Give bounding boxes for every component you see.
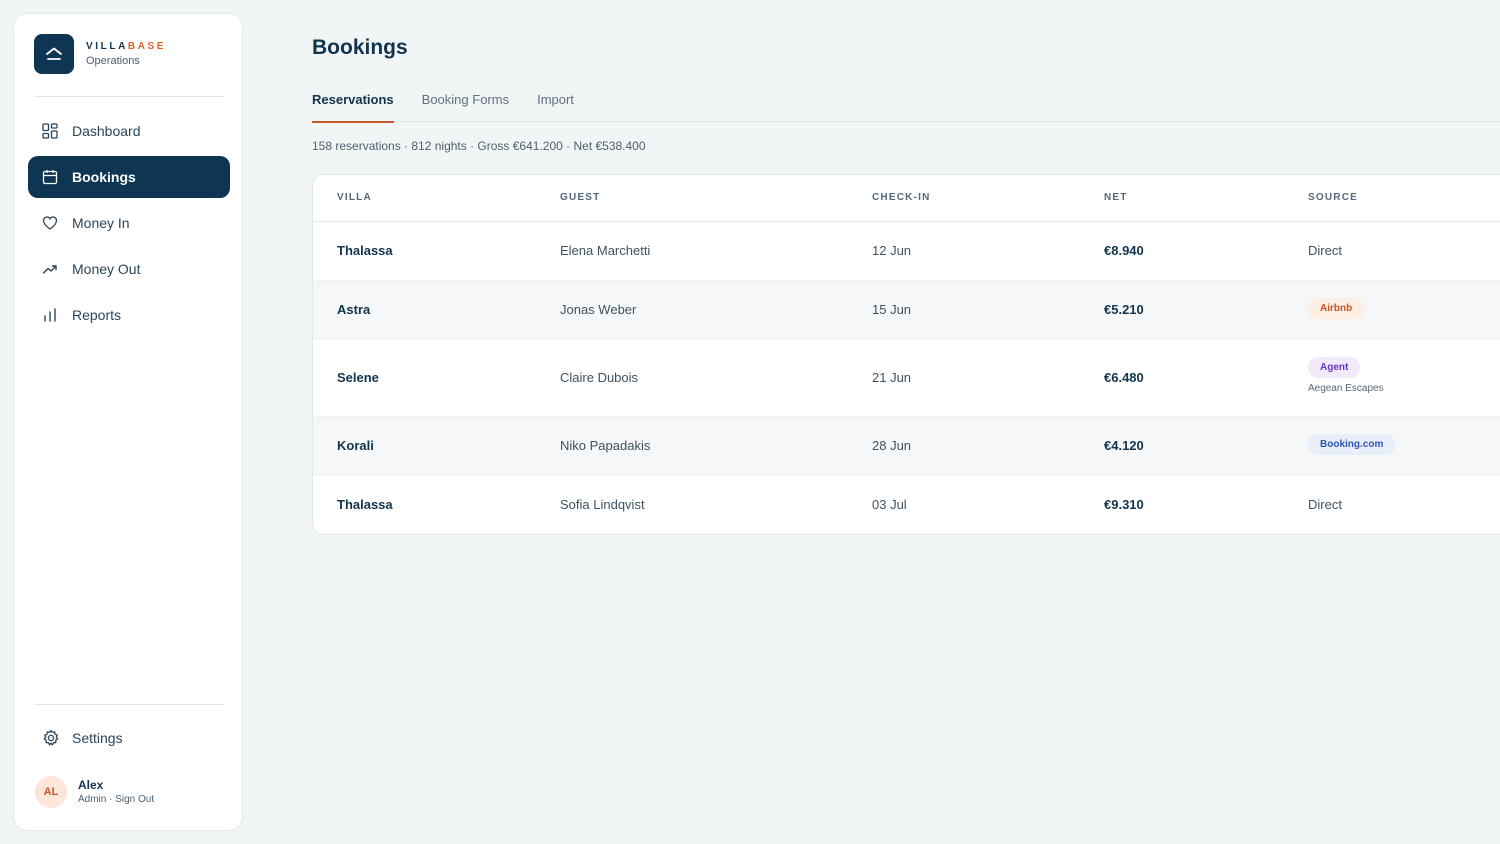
brand-subtitle: Operations [86, 54, 140, 67]
home-logo-icon [34, 34, 74, 74]
villa-cell: Thalassa [337, 243, 393, 258]
grid-icon [42, 123, 58, 139]
tab-import[interactable]: Import [537, 90, 574, 122]
net-cell: €5.210 [1104, 302, 1144, 317]
villa-cell: Korali [337, 438, 374, 453]
column-header-guest[interactable]: GUEST [560, 192, 600, 203]
sidebar-item-label: Bookings [72, 169, 136, 185]
villa-cell: Astra [337, 302, 371, 317]
sidebar-item-money-out[interactable]: Money Out [28, 248, 230, 290]
user-profile[interactable]: AL Alex Admin · Sign Out [35, 776, 154, 808]
sidebar: VILLABASE Operations Dashboard Bookings [13, 13, 243, 831]
heart-icon [42, 215, 58, 231]
sidebar-item-money-in[interactable]: Money In [28, 202, 230, 244]
source-cell: Direct [1308, 497, 1342, 512]
guest-cell: Elena Marchetti [560, 243, 651, 258]
source-badge-airbnb: Airbnb [1308, 298, 1365, 319]
guest-cell: Sofia Lindqvist [560, 497, 645, 512]
villa-cell: Thalassa [337, 497, 393, 512]
sidebar-item-bookings[interactable]: Bookings [28, 156, 230, 198]
table-header: VILLA GUEST CHECK-IN NET SOURCE [313, 175, 1500, 222]
page-title: Bookings [312, 36, 408, 59]
villa-cell: Selene [337, 370, 379, 385]
user-name: Alex [78, 777, 104, 792]
brand-name: VILLABASE [86, 40, 167, 52]
sidebar-item-label: Reports [72, 307, 122, 323]
sidebar-item-label: Money In [72, 215, 130, 231]
check-in-cell: 12 Jun [872, 243, 912, 258]
net-cell: €6.480 [1104, 370, 1144, 385]
settings-label: Settings [72, 730, 123, 746]
tab-reservations[interactable]: Reservations [312, 90, 394, 123]
tab-bar: Reservations Booking Forms Import [312, 90, 1500, 123]
net-cell: €8.940 [1104, 243, 1144, 258]
table-row[interactable]: Astra Jonas Weber 15 Jun €5.210 Airbnb [313, 281, 1500, 340]
check-in-cell: 21 Jun [872, 370, 912, 385]
sidebar-nav: Dashboard Bookings Money In Money Out Re… [28, 110, 230, 340]
source-cell: Booking.com [1308, 434, 1396, 455]
sidebar-item-dashboard[interactable]: Dashboard [28, 110, 230, 152]
check-in-cell: 03 Jul [872, 497, 907, 512]
source-cell: Agent Aegean Escapes [1308, 357, 1384, 394]
avatar: AL [35, 776, 67, 808]
reservations-table: VILLA GUEST CHECK-IN NET SOURCE Thalassa… [312, 174, 1500, 535]
source-cell: Direct [1308, 243, 1342, 258]
sidebar-divider [34, 96, 224, 97]
source-badge-agent: Agent [1308, 357, 1361, 378]
column-header-check-in[interactable]: CHECK-IN [872, 192, 931, 203]
table-row[interactable]: Thalassa Sofia Lindqvist 03 Jul €9.310 D… [313, 476, 1500, 534]
guest-cell: Jonas Weber [560, 302, 637, 317]
guest-cell: Niko Papadakis [560, 438, 651, 453]
check-in-cell: 15 Jun [872, 302, 912, 317]
agent-name: Aegean Escapes [1308, 383, 1384, 394]
sidebar-item-reports[interactable]: Reports [28, 294, 230, 336]
table-row[interactable]: Selene Claire Dubois 21 Jun €6.480 Agent… [313, 340, 1500, 417]
guest-cell: Claire Dubois [560, 370, 639, 385]
sidebar-divider [34, 704, 224, 705]
column-header-source[interactable]: SOURCE [1308, 192, 1358, 203]
table-row[interactable]: Korali Niko Papadakis 28 Jun €4.120 Book… [313, 417, 1500, 476]
sidebar-item-label: Money Out [72, 261, 141, 277]
source-badge-booking: Booking.com [1308, 434, 1396, 455]
reservations-summary: 158 reservations · 812 nights · Gross €6… [312, 139, 646, 153]
source-cell: Airbnb [1308, 298, 1365, 319]
bar-chart-icon [42, 307, 58, 323]
brand[interactable]: VILLABASE Operations [34, 34, 166, 74]
user-meta[interactable]: Admin · Sign Out [78, 793, 154, 807]
tab-booking-forms[interactable]: Booking Forms [422, 90, 509, 122]
net-cell: €9.310 [1104, 497, 1144, 512]
sidebar-item-label: Dashboard [72, 123, 141, 139]
table-row[interactable]: Thalassa Elena Marchetti 12 Jun €8.940 D… [313, 222, 1500, 281]
gear-icon [42, 729, 60, 747]
column-header-net[interactable]: NET [1104, 192, 1128, 203]
column-header-villa[interactable]: VILLA [337, 192, 372, 203]
check-in-cell: 28 Jun [872, 438, 912, 453]
settings-button[interactable]: Settings [28, 717, 230, 759]
trend-up-icon [42, 261, 58, 277]
net-cell: €4.120 [1104, 438, 1144, 453]
calendar-icon [42, 169, 58, 185]
